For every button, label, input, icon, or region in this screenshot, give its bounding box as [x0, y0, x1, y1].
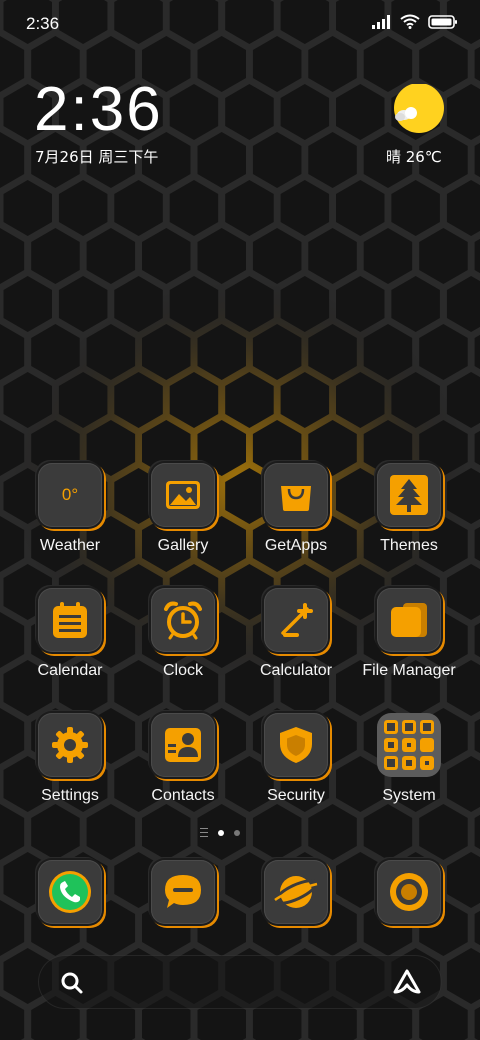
weather-icon-glyph: 0° — [61, 485, 79, 504]
calendar-icon — [53, 602, 87, 638]
shield-icon — [280, 727, 312, 763]
shopping-bag-icon — [281, 486, 311, 511]
weather-icon: 0° — [38, 463, 102, 527]
signal-icon — [372, 14, 390, 29]
clock-widget-time[interactable]: 2:36 — [34, 74, 163, 146]
wifi-icon — [400, 14, 420, 29]
app-file-manager[interactable]: File Manager — [353, 588, 465, 680]
folder-icon — [391, 603, 427, 637]
status-time: 2:36 — [26, 14, 60, 33]
app-calculator[interactable]: Calculator — [240, 588, 352, 680]
page-dot-active[interactable] — [218, 829, 224, 836]
app-label: Gallery — [157, 537, 209, 554]
contact-card-icon — [165, 728, 201, 762]
app-getapps[interactable]: GetApps — [240, 463, 352, 555]
dock-phone[interactable] — [14, 860, 126, 924]
page-indicator-list[interactable] — [200, 828, 208, 837]
app-system-folder[interactable]: System — [353, 713, 465, 805]
alarm-clock-icon — [164, 601, 202, 640]
app-label: Clock — [162, 662, 203, 679]
dock-camera[interactable] — [353, 860, 465, 924]
page-indicator[interactable] — [200, 828, 240, 837]
assistant-icon[interactable] — [392, 968, 422, 996]
page-dot[interactable] — [234, 829, 240, 836]
message-icon — [165, 875, 201, 908]
app-settings[interactable]: Settings — [14, 713, 126, 805]
search-bar[interactable] — [38, 955, 442, 1009]
status-bar: 2:36 — [0, 0, 480, 50]
app-contacts[interactable]: Contacts — [127, 713, 239, 805]
clock-widget-date: 7月26日 周三下午 — [35, 148, 159, 166]
phone-icon — [49, 871, 91, 913]
app-label: Themes — [380, 537, 438, 554]
gear-icon — [52, 727, 88, 763]
weather-text: 晴 26℃ — [386, 148, 442, 166]
browser-planet-icon — [274, 876, 318, 908]
sun-cloud-icon[interactable] — [392, 84, 444, 136]
app-label: Weather — [39, 537, 101, 554]
app-weather[interactable]: 0° Weather — [14, 463, 126, 555]
tree-icon — [390, 475, 428, 515]
app-label: File Manager — [362, 662, 456, 679]
app-label: Calculator — [259, 662, 333, 679]
app-gallery[interactable]: Gallery — [127, 463, 239, 555]
app-label: System — [382, 787, 436, 804]
app-label: GetApps — [264, 537, 328, 554]
app-label: Security — [267, 787, 325, 804]
app-label: Calendar — [37, 662, 103, 679]
dock-browser[interactable] — [240, 860, 352, 924]
dock-messages[interactable] — [127, 860, 239, 924]
folder-grid-icon — [377, 713, 441, 777]
battery-icon — [428, 14, 457, 29]
calculator-icon — [281, 603, 313, 637]
app-security[interactable]: Security — [240, 713, 352, 805]
app-calendar[interactable]: Calendar — [14, 588, 126, 680]
gallery-icon — [166, 481, 200, 509]
app-label: Settings — [41, 787, 99, 804]
app-clock[interactable]: Clock — [127, 588, 239, 680]
search-icon[interactable] — [60, 971, 84, 995]
app-themes[interactable]: Themes — [353, 463, 465, 555]
camera-icon — [390, 873, 428, 911]
app-label: Contacts — [151, 787, 215, 804]
